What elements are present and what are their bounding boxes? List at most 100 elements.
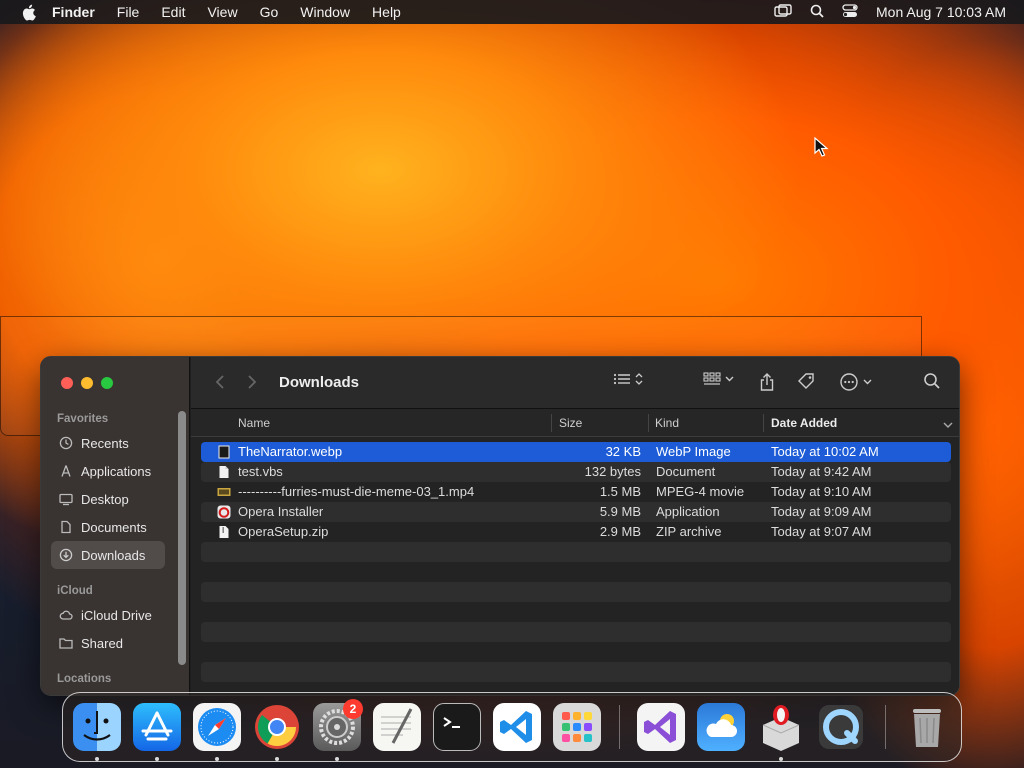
finder-content: Downloads Name Size Kind Date Added TheN… xyxy=(191,357,959,695)
column-header-name[interactable]: Name xyxy=(238,416,270,430)
movie-file-icon xyxy=(217,488,231,496)
dock-launchpad-icon[interactable] xyxy=(553,703,601,751)
finder-sidebar: Favorites Recents Applications Desktop D… xyxy=(41,357,190,695)
clock-icon xyxy=(59,436,73,450)
maximize-button[interactable] xyxy=(101,377,113,389)
menu-help[interactable]: Help xyxy=(372,4,401,20)
running-indicator xyxy=(335,757,339,761)
window-controls xyxy=(61,377,113,389)
file-row[interactable]: test.vbs 132 bytes Document Today at 9:4… xyxy=(201,462,951,482)
column-header-date-added[interactable]: Date Added xyxy=(771,416,837,430)
column-header-size[interactable]: Size xyxy=(559,416,582,430)
file-list: TheNarrator.webp 32 KB WebP Image Today … xyxy=(201,442,951,682)
apple-menu-icon[interactable] xyxy=(18,3,38,21)
empty-row xyxy=(201,542,951,562)
file-kind: Document xyxy=(656,464,716,479)
column-divider[interactable] xyxy=(648,414,649,432)
menu-bar: Finder File Edit View Go Window Help Mon… xyxy=(0,0,1024,24)
sort-chevron-down-icon[interactable] xyxy=(943,418,953,432)
dock-finder-icon[interactable] xyxy=(73,703,121,751)
zip-file-icon xyxy=(219,526,229,538)
file-size: 1.5 MB xyxy=(599,484,641,499)
file-kind: Application xyxy=(656,504,720,519)
menu-window[interactable]: Window xyxy=(300,4,350,20)
menu-edit[interactable]: Edit xyxy=(161,4,185,20)
mouse-cursor-icon xyxy=(814,137,829,157)
empty-row xyxy=(201,562,951,582)
screen-mirroring-icon[interactable] xyxy=(774,3,792,21)
share-icon xyxy=(760,373,774,391)
sidebar-item-label: Desktop xyxy=(81,491,129,507)
sidebar-item-applications[interactable]: Applications xyxy=(51,457,165,485)
dock-app-store-icon[interactable] xyxy=(133,703,181,751)
sidebar-item-documents[interactable]: Documents xyxy=(51,513,165,541)
dock-chrome-icon[interactable] xyxy=(253,703,301,751)
file-row[interactable]: ----------furries-must-die-meme-03_1.mp4… xyxy=(201,482,951,502)
sidebar-item-label: iCloud Drive xyxy=(81,607,152,623)
column-divider[interactable] xyxy=(763,414,764,432)
sidebar-item-desktop[interactable]: Desktop xyxy=(51,485,165,513)
sidebar-item-recents[interactable]: Recents xyxy=(51,429,165,457)
sidebar-item-shared[interactable]: Shared xyxy=(51,629,165,657)
finder-window: Favorites Recents Applications Desktop D… xyxy=(40,356,960,696)
sidebar-section-favorites: Favorites xyxy=(57,413,109,425)
file-date-added: Today at 9:09 AM xyxy=(771,504,872,519)
search-button[interactable] xyxy=(923,372,941,390)
downloads-icon xyxy=(59,548,73,562)
file-date-added: Today at 9:10 AM xyxy=(771,484,872,499)
menu-file[interactable]: File xyxy=(117,4,140,20)
cloud-icon xyxy=(59,610,73,620)
image-file-icon xyxy=(218,445,230,459)
file-date-added: Today at 9:42 AM xyxy=(771,464,872,479)
sidebar-item-icloud-drive[interactable]: iCloud Drive xyxy=(51,601,165,629)
dock-opera-installer-icon[interactable] xyxy=(757,703,805,751)
dock-vscode-icon[interactable] xyxy=(493,703,541,751)
column-divider[interactable] xyxy=(551,414,552,432)
shared-folder-icon xyxy=(59,638,73,649)
menu-go[interactable]: Go xyxy=(260,4,279,20)
sidebar-item-downloads[interactable]: Downloads xyxy=(51,541,165,569)
file-kind: ZIP archive xyxy=(656,524,722,539)
forward-button[interactable] xyxy=(247,374,257,395)
sidebar-scrollbar[interactable] xyxy=(178,411,186,665)
chevron-right-icon xyxy=(248,375,257,389)
dock-trash-icon[interactable] xyxy=(903,703,951,751)
minimize-button[interactable] xyxy=(81,377,93,389)
running-indicator xyxy=(275,757,279,761)
close-button[interactable] xyxy=(61,377,73,389)
menu-bar-clock[interactable]: Mon Aug 7 10:03 AM xyxy=(876,4,1006,20)
spotlight-search-icon[interactable] xyxy=(810,4,824,21)
menu-finder[interactable]: Finder xyxy=(52,4,95,20)
ellipsis-circle-icon xyxy=(840,373,858,391)
notification-badge: 2 xyxy=(343,699,363,719)
menu-view[interactable]: View xyxy=(207,4,237,20)
group-button[interactable] xyxy=(703,372,734,386)
sidebar-item-label: Recents xyxy=(81,435,129,451)
document-icon xyxy=(61,520,71,534)
dock-textedit-icon[interactable] xyxy=(373,703,421,751)
column-header-kind[interactable]: Kind xyxy=(655,416,679,430)
tags-button[interactable] xyxy=(797,372,817,390)
empty-row xyxy=(201,602,951,622)
file-name: OperaSetup.zip xyxy=(238,524,329,539)
more-actions-button[interactable] xyxy=(839,372,872,392)
back-button[interactable] xyxy=(215,374,225,395)
file-row[interactable]: TheNarrator.webp 32 KB WebP Image Today … xyxy=(201,442,951,462)
sidebar-section-icloud: iCloud xyxy=(57,585,93,597)
dock-visual-studio-icon[interactable] xyxy=(637,703,685,751)
share-button[interactable] xyxy=(759,372,775,392)
file-size: 32 KB xyxy=(605,444,641,459)
dock-safari-icon[interactable] xyxy=(193,703,241,751)
dock-quicktime-icon[interactable] xyxy=(817,703,865,751)
chevron-down-icon xyxy=(863,379,872,385)
file-size: 2.9 MB xyxy=(599,524,641,539)
dock-weather-icon[interactable] xyxy=(697,703,745,751)
dock-terminal-icon[interactable] xyxy=(433,703,481,751)
control-center-icon[interactable] xyxy=(842,3,858,21)
document-file-icon xyxy=(219,466,229,478)
file-row[interactable]: Opera Installer 5.9 MB Application Today… xyxy=(201,502,951,522)
file-row[interactable]: OperaSetup.zip 2.9 MB ZIP archive Today … xyxy=(201,522,951,542)
view-list-button[interactable] xyxy=(613,372,643,386)
file-kind: WebP Image xyxy=(656,444,731,459)
file-name: Opera Installer xyxy=(238,504,324,519)
